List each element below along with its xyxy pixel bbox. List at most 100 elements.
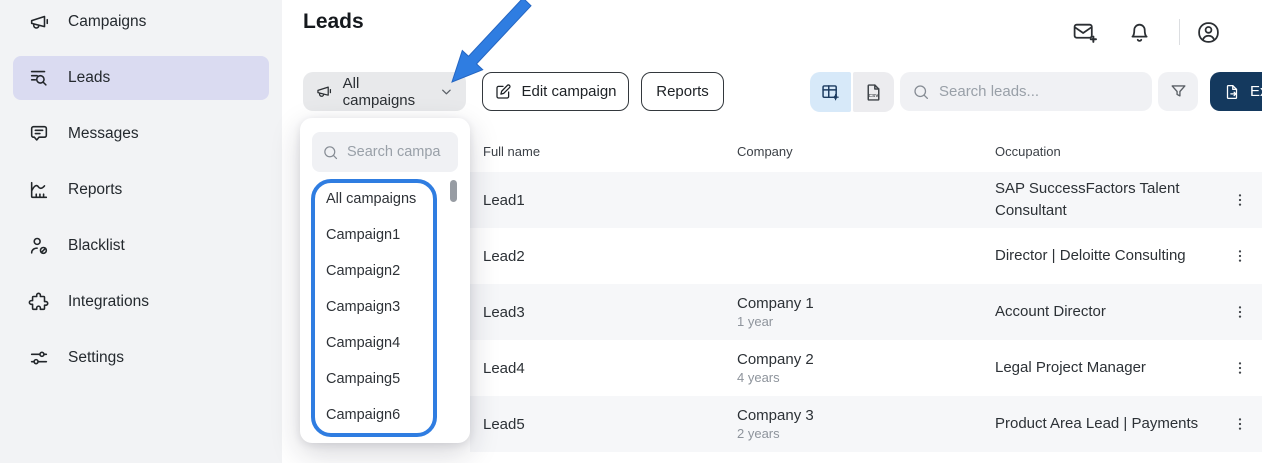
sidebar-item-reports[interactable]: Reports (13, 168, 269, 212)
megaphone-icon (28, 11, 50, 33)
lead-company: Company 2 4 years (737, 351, 995, 385)
lead-company (737, 255, 995, 257)
filter-button[interactable] (1158, 72, 1198, 111)
campaign-dropdown-panel: All campaigns Campaign1 Campaign2 Campai… (300, 118, 470, 443)
sidebar: Campaigns Leads Messages Reports Blackli… (0, 0, 282, 463)
chevron-down-icon (439, 84, 454, 100)
sidebar-item-integrations[interactable]: Integrations (13, 280, 269, 324)
chart-icon (28, 179, 50, 201)
lead-name: Lead1 (483, 192, 737, 209)
table-row[interactable]: Lead4 Company 2 4 years Legal Project Ma… (470, 340, 1262, 396)
campaign-option[interactable]: Campaign6 (300, 397, 470, 433)
table-row[interactable]: Lead2 Director | Deloitte Consulting (470, 228, 1262, 284)
lead-name: Lead3 (483, 304, 737, 321)
reports-button[interactable]: Reports (641, 72, 724, 111)
column-header-full-name: Full name (483, 144, 737, 159)
sidebar-item-label: Settings (68, 349, 124, 367)
campaign-option[interactable]: Campaign4 (300, 325, 470, 361)
campaign-filter-label: All campaigns (343, 75, 430, 109)
message-bubble-icon (28, 123, 50, 145)
sidebar-item-label: Campaigns (68, 13, 146, 31)
sidebar-item-label: Integrations (68, 293, 149, 311)
kebab-menu-icon (1232, 248, 1248, 264)
envelope-plus-icon (1072, 20, 1097, 45)
lead-name: Lead2 (483, 248, 737, 265)
export-file-icon (1223, 83, 1241, 101)
export-label: Export (1250, 83, 1262, 100)
campaign-search (312, 132, 458, 172)
sidebar-item-label: Blacklist (68, 237, 125, 255)
column-header-company: Company (737, 144, 995, 159)
topbar-icons (1070, 18, 1222, 46)
lead-company: Company 1 1 year (737, 295, 995, 329)
page-title: Leads (303, 10, 364, 34)
sliders-icon (28, 347, 50, 369)
notifications-button[interactable] (1125, 18, 1153, 46)
csv-file-icon: CSV (863, 82, 884, 103)
column-header-occupation: Occupation (995, 144, 1218, 159)
lead-occupation: Product Area Lead | Payments (995, 413, 1218, 435)
reports-label: Reports (656, 83, 709, 100)
table-view-button[interactable] (810, 72, 851, 112)
row-menu-button[interactable] (1218, 340, 1262, 396)
table-row[interactable]: Lead3 Company 1 1 year Account Director (470, 284, 1262, 340)
sidebar-item-messages[interactable]: Messages (13, 112, 269, 156)
campaign-option[interactable]: Campaing5 (300, 361, 470, 397)
topbar-divider (1179, 19, 1180, 45)
sidebar-item-campaigns[interactable]: Campaigns (13, 0, 269, 44)
campaign-option[interactable]: Campaign3 (300, 289, 470, 325)
kebab-menu-icon (1232, 192, 1248, 208)
lead-occupation: SAP SuccessFactors Talent Consultant (995, 178, 1218, 222)
funnel-icon (1169, 82, 1188, 101)
row-menu-button[interactable] (1218, 396, 1262, 452)
lead-name: Lead5 (483, 416, 737, 433)
megaphone-icon (315, 82, 333, 101)
lead-company (737, 199, 995, 201)
campaign-option[interactable]: All campaigns (300, 181, 470, 217)
lead-occupation: Account Director (995, 301, 1218, 323)
kebab-menu-icon (1232, 304, 1248, 320)
export-button[interactable]: Export (1210, 72, 1262, 111)
table-row[interactable]: Lead1 SAP SuccessFactors Talent Consulta… (470, 172, 1262, 228)
kebab-menu-icon (1232, 416, 1248, 432)
table-row[interactable]: Lead5 Company 3 2 years Product Area Lea… (470, 396, 1262, 452)
app-root: Campaigns Leads Messages Reports Blackli… (0, 0, 1262, 463)
campaign-options-list: All campaigns Campaign1 Campaign2 Campai… (300, 181, 470, 433)
lead-occupation: Director | Deloitte Consulting (995, 245, 1218, 267)
dropdown-scrollbar[interactable] (450, 180, 457, 202)
sidebar-item-label: Messages (68, 125, 139, 143)
sidebar-item-leads[interactable]: Leads (13, 56, 269, 100)
search-leads-input[interactable] (939, 83, 1140, 100)
table-columns-gear-icon (820, 82, 841, 103)
sidebar-item-blacklist[interactable]: Blacklist (13, 224, 269, 268)
search-campaigns-input[interactable] (347, 144, 448, 160)
edit-campaign-button[interactable]: Edit campaign (482, 72, 629, 111)
csv-view-button[interactable]: CSV (853, 72, 894, 112)
table-header: Full name Company Occupation (470, 130, 1262, 172)
row-menu-button[interactable] (1218, 284, 1262, 340)
row-menu-button[interactable] (1218, 228, 1262, 284)
kebab-menu-icon (1232, 360, 1248, 376)
edit-pencil-icon (494, 83, 512, 101)
sidebar-item-settings[interactable]: Settings (13, 336, 269, 380)
search-icon (322, 144, 339, 161)
leads-table: Full name Company Occupation Lead1 SAP S… (470, 130, 1262, 452)
user-block-icon (28, 235, 50, 257)
edit-campaign-label: Edit campaign (521, 83, 616, 100)
puzzle-icon (28, 291, 50, 313)
account-button[interactable] (1194, 18, 1222, 46)
bell-icon (1127, 20, 1152, 45)
svg-text:CSV: CSV (868, 92, 879, 98)
row-menu-button[interactable] (1218, 172, 1262, 228)
campaign-option[interactable]: Campaign2 (300, 253, 470, 289)
view-toggle: CSV (810, 72, 894, 112)
leads-search-icon (28, 67, 50, 89)
campaign-filter-dropdown[interactable]: All campaigns (303, 72, 466, 111)
lead-company: Company 3 2 years (737, 407, 995, 441)
search-icon (912, 83, 930, 101)
new-message-button[interactable] (1070, 18, 1098, 46)
user-circle-icon (1196, 20, 1221, 45)
lead-occupation: Legal Project Manager (995, 357, 1218, 379)
campaign-option[interactable]: Campaign1 (300, 217, 470, 253)
lead-name: Lead4 (483, 360, 737, 377)
